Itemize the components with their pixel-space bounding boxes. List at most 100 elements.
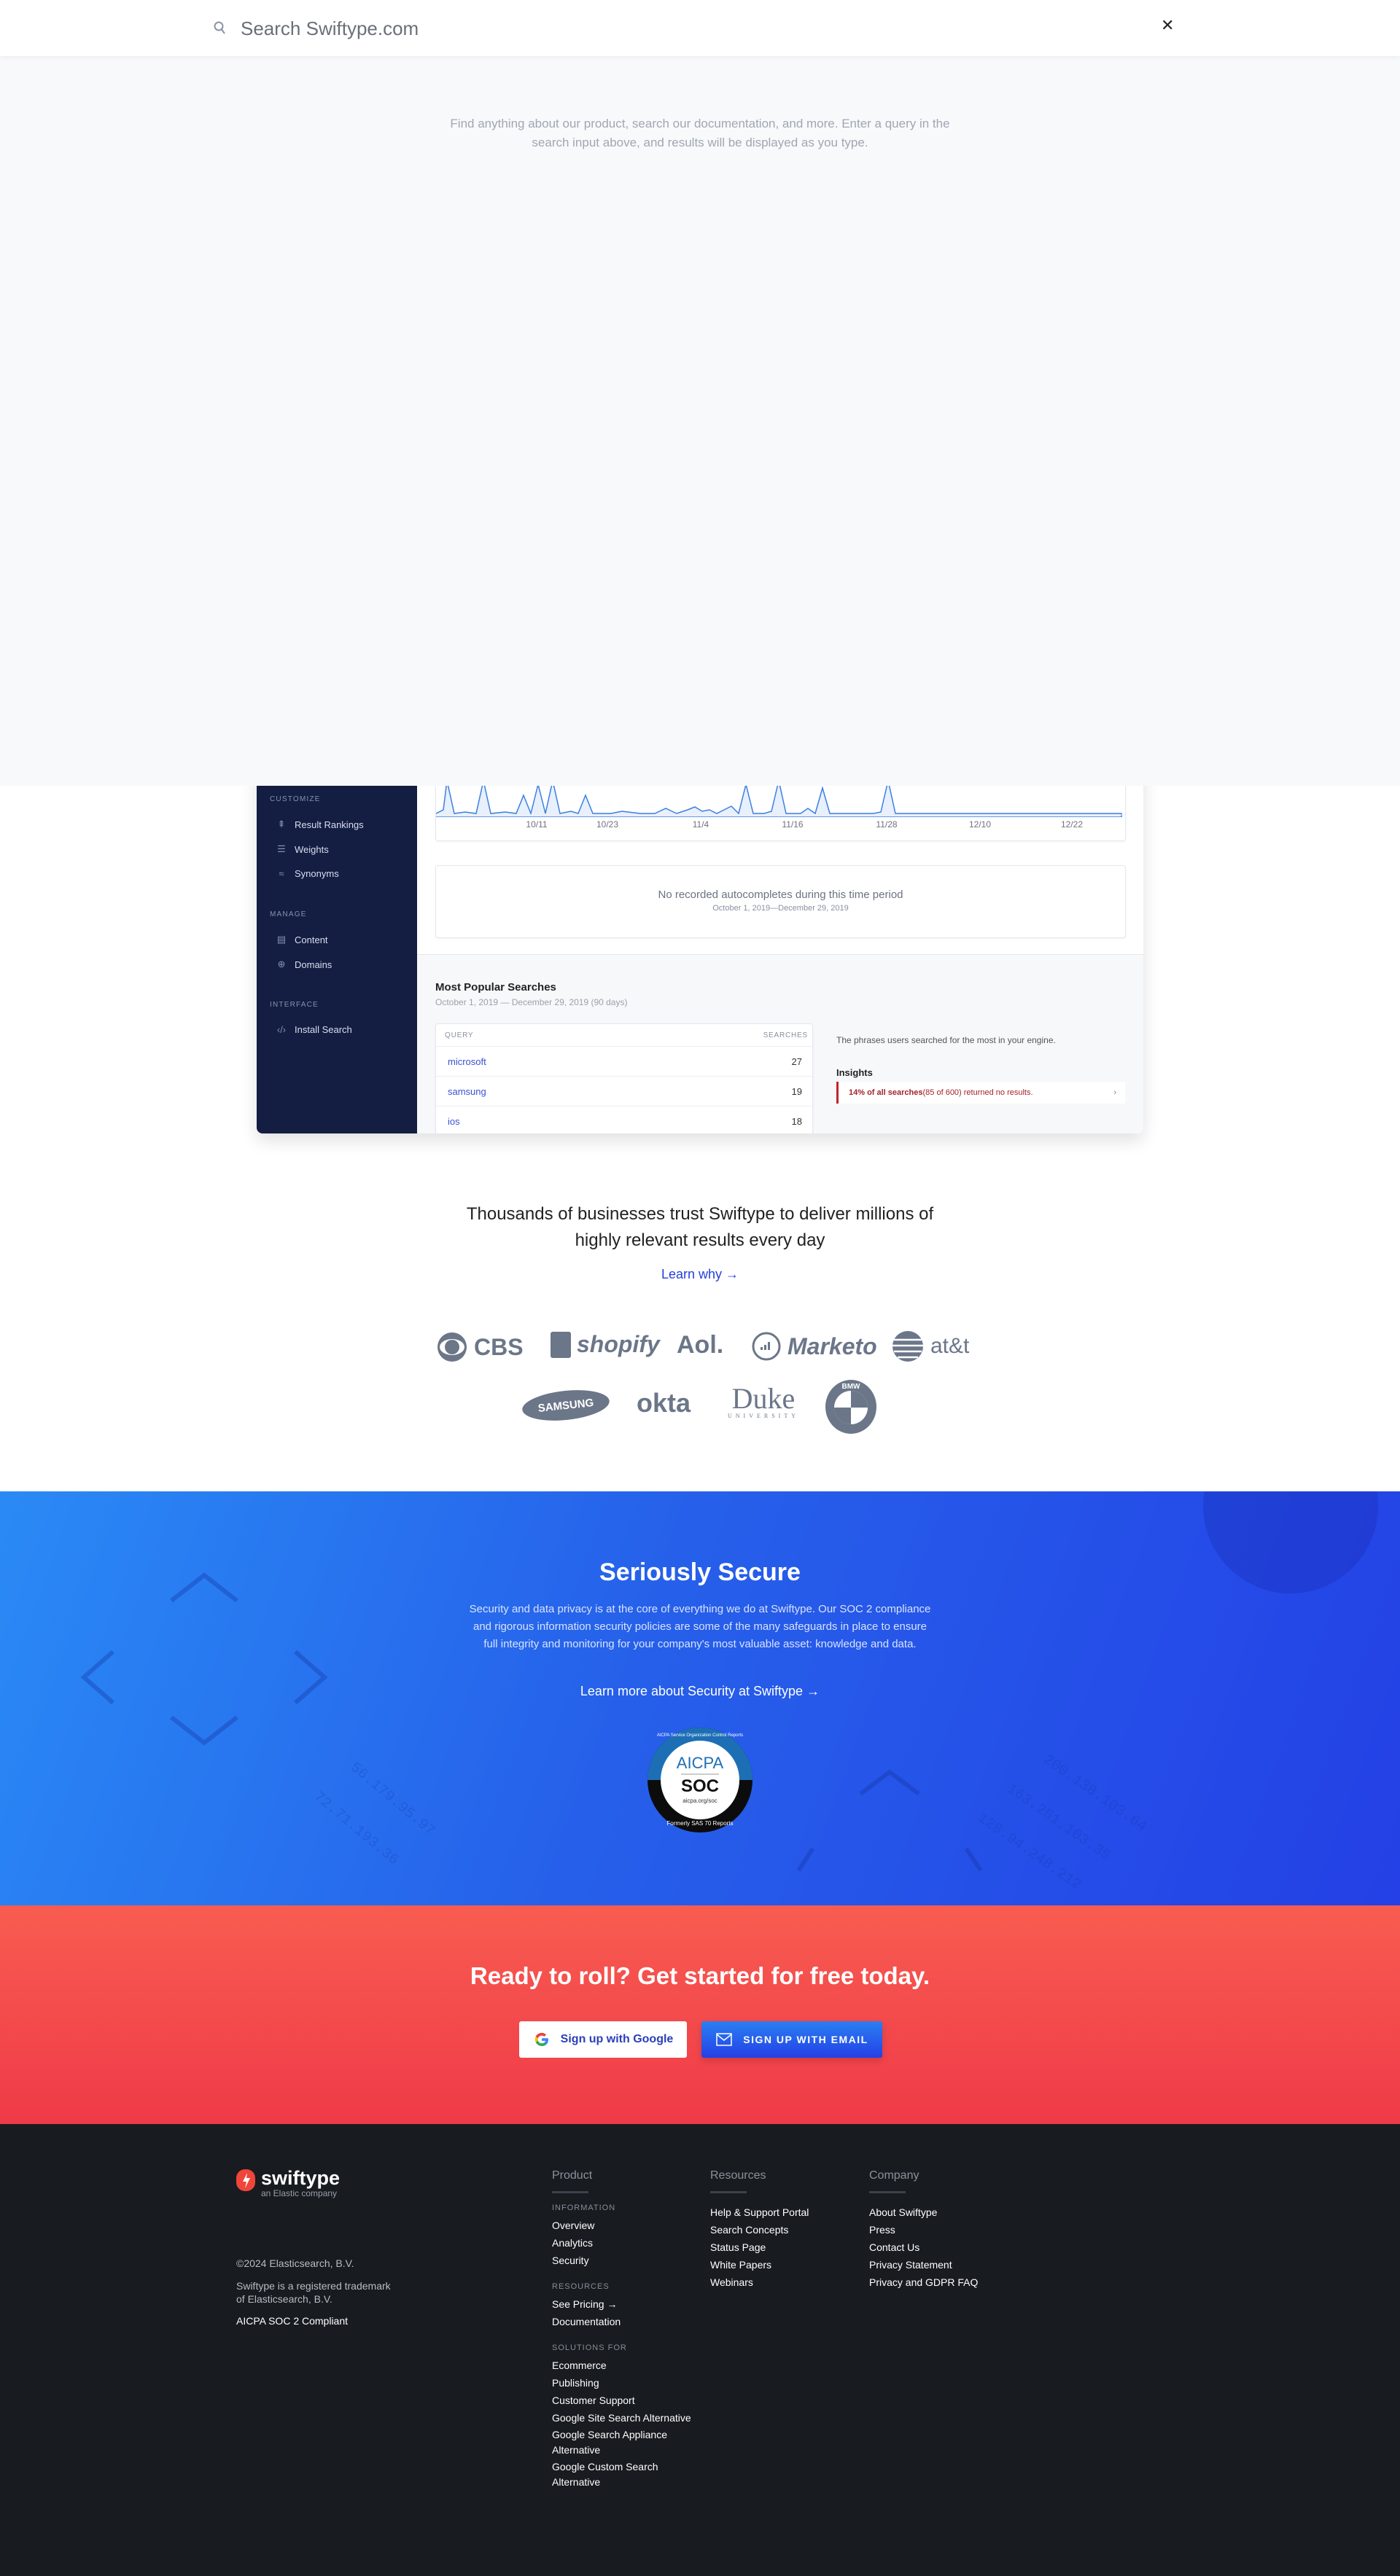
rankings-icon: ⇞ bbox=[277, 819, 286, 830]
email-signup-button[interactable]: SIGN UP WITH EMAIL bbox=[701, 2021, 882, 2058]
footer-link[interactable]: Google Site Search Alternative bbox=[552, 2411, 698, 2426]
learn-why-link[interactable]: Learn why → bbox=[661, 1267, 739, 1282]
copyright: ©2024 Elasticsearch, B.V. bbox=[236, 2257, 354, 2269]
logo-att: at&t bbox=[891, 1330, 969, 1363]
google-signup-button[interactable]: Sign up with Google bbox=[519, 2021, 687, 2058]
sidebar-item-content[interactable]: ▤ Content bbox=[276, 934, 328, 945]
chart-tick: 10/23 bbox=[596, 819, 619, 830]
svg-text:SOC: SOC bbox=[681, 1776, 719, 1796]
cta-title: Ready to roll? Get started for free toda… bbox=[470, 1962, 930, 1989]
insight-item[interactable]: 14% of all searches (85 of 600) returned… bbox=[836, 1082, 1125, 1104]
trademark: Swiftype is a registered trademark of El… bbox=[236, 2280, 391, 2305]
search-header: ✕ bbox=[0, 0, 1400, 56]
footer-link[interactable]: About Swiftype bbox=[869, 2204, 1015, 2221]
footer-link[interactable]: Privacy and GDPR FAQ bbox=[869, 2273, 1015, 2291]
footer-link[interactable]: Help & Support Portal bbox=[710, 2204, 856, 2221]
sidebar-heading: CUSTOMIZE bbox=[270, 795, 321, 803]
security-title: Seriously Secure bbox=[599, 1558, 801, 1586]
table-row[interactable]: microsoft 27 bbox=[436, 1046, 812, 1076]
footer: swiftype an Elastic company ©2024 Elastic… bbox=[0, 2124, 1400, 2576]
footer-link[interactable]: White Papers bbox=[710, 2256, 856, 2273]
svg-text:aicpa.org/soc: aicpa.org/soc bbox=[682, 1798, 718, 1804]
section-title: Most Popular Searches bbox=[435, 981, 556, 994]
footer-link[interactable]: Status Page bbox=[710, 2239, 856, 2256]
code-icon: ‹/› bbox=[276, 1024, 287, 1035]
footer-link[interactable]: Webinars bbox=[710, 2273, 856, 2291]
column-header-query: QUERY bbox=[445, 1031, 474, 1039]
sidebar-heading: INTERFACE bbox=[270, 1001, 319, 1009]
security-body: Security and data privacy is at the core… bbox=[469, 1603, 931, 1650]
column-header-searches: SEARCHES bbox=[763, 1031, 808, 1039]
chart-tick: 12/10 bbox=[968, 819, 992, 830]
insights-title: Insights bbox=[836, 1067, 873, 1078]
swiftype-logo[interactable]: swiftype an Elastic company bbox=[236, 2168, 340, 2198]
autocomplete-card: No recorded autocompletes during this ti… bbox=[435, 865, 1126, 938]
sidebar-item-result-rankings[interactable]: ⇞ Result Rankings bbox=[276, 819, 364, 830]
chart-tick: 11/4 bbox=[692, 819, 709, 830]
footer-link[interactable]: Google Search Appliance Alternative bbox=[552, 2427, 698, 2458]
date-range: October 1, 2019—December 29, 2019 bbox=[712, 904, 849, 913]
sidebar-item-synonyms[interactable]: ≈ Synonyms bbox=[276, 868, 338, 879]
svg-text:AICPA Service Organization Con: AICPA Service Organization Control Repor… bbox=[657, 1733, 743, 1738]
footer-link[interactable]: Publishing bbox=[552, 2374, 698, 2392]
footer-link[interactable]: Security bbox=[552, 2252, 698, 2269]
date-range: October 1, 2019 — December 29, 2019 (90 … bbox=[435, 997, 628, 1007]
footer-link[interactable]: Ecommerce bbox=[552, 2357, 698, 2374]
logo-okta: okta bbox=[637, 1388, 691, 1418]
dashboard-sidebar: CUSTOMIZE ⇞ Result Rankings ☰ Weights ≈ Syn… bbox=[257, 758, 417, 1133]
footer-link[interactable]: Privacy Statement bbox=[869, 2256, 1015, 2273]
shopify-bag-icon bbox=[551, 1331, 571, 1358]
sidebar-item-domains[interactable]: ⊕ Domains bbox=[276, 959, 332, 970]
footer-link[interactable]: Analytics bbox=[552, 2234, 698, 2252]
swiftype-bolt-icon bbox=[236, 2169, 255, 2191]
cbs-eye-icon bbox=[438, 1332, 467, 1362]
footer-link[interactable]: Search Concepts bbox=[710, 2221, 856, 2239]
footer-link[interactable]: Google Custom Search Alternative bbox=[552, 2459, 698, 2490]
chart-tick: 11/16 bbox=[782, 819, 804, 830]
close-icon[interactable]: ✕ bbox=[1161, 16, 1174, 35]
security-learn-more-link[interactable]: Learn more about Security at Swiftype → bbox=[0, 1684, 1400, 1699]
footer-link[interactable]: Customer Support bbox=[552, 2392, 698, 2409]
logo-samsung: SAMSUNG bbox=[521, 1386, 611, 1425]
logo-marketo: Marketo bbox=[751, 1331, 877, 1362]
footer-link[interactable]: Press bbox=[869, 2221, 1015, 2239]
sidebar-item-install-search[interactable]: ‹/› Install Search bbox=[276, 1024, 352, 1035]
search-icon bbox=[214, 21, 225, 34]
footer-link[interactable]: Contact Us bbox=[869, 2239, 1015, 2256]
logo-duke: Duke UNIVERSITY bbox=[728, 1382, 799, 1420]
sidebar-heading: MANAGE bbox=[270, 910, 307, 918]
footer-link[interactable]: Documentation bbox=[552, 2313, 698, 2330]
popular-table: QUERY SEARCHES microsoft 27 samsung 19 ios… bbox=[435, 1023, 813, 1133]
aicpa-soc-badge: AICPA SOC aicpa.org/soc Formerly SAS 70 … bbox=[646, 1726, 754, 1834]
search-results-panel: Find anything about our product, search … bbox=[0, 56, 1400, 786]
chart-tick: 10/11 bbox=[526, 819, 548, 830]
google-icon bbox=[534, 2032, 548, 2047]
chart-tick: 12/22 bbox=[1060, 819, 1084, 830]
svg-text:BMW: BMW bbox=[842, 1383, 861, 1391]
soc-compliant: AICPA SOC 2 Compliant bbox=[236, 2315, 349, 2327]
footer-link[interactable]: Overview bbox=[552, 2217, 698, 2234]
logo-bmw: BMW bbox=[824, 1378, 878, 1435]
popular-searches-section: Most Popular Searches October 1, 2019 — … bbox=[417, 954, 1143, 1133]
table-row[interactable]: samsung 19 bbox=[436, 1076, 812, 1106]
att-globe-icon bbox=[892, 1331, 923, 1362]
envelope-icon bbox=[716, 2033, 733, 2046]
sidebar-item-weights[interactable]: ☰ Weights bbox=[276, 843, 329, 855]
cta-section: Ready to roll? Get started for free toda… bbox=[0, 1905, 1400, 2124]
svg-text:Formerly SAS 70 Reports: Formerly SAS 70 Reports bbox=[666, 1820, 733, 1827]
marketo-icon bbox=[752, 1332, 781, 1361]
search-input[interactable] bbox=[241, 15, 970, 42]
empty-message: No recorded autocompletes during this ti… bbox=[658, 889, 903, 901]
footer-link[interactable]: See Pricing → bbox=[552, 2295, 698, 2313]
logo-shopify: shopify bbox=[551, 1331, 660, 1358]
table-row[interactable]: ios 18 bbox=[436, 1106, 812, 1133]
footer-col-company: Company About Swiftype Press Contact Us … bbox=[869, 2169, 1015, 2291]
document-icon: ▤ bbox=[276, 934, 287, 945]
trust-heading: Thousands of businesses trust Swiftype t… bbox=[466, 1204, 934, 1250]
svg-text:AICPA: AICPA bbox=[677, 1754, 724, 1772]
search-hint: Find anything about our product, search … bbox=[450, 117, 950, 149]
logo-aol: Aol. bbox=[677, 1331, 724, 1359]
security-section: 200.138.103.64 163.251.103.35 128.94.248.2… bbox=[0, 1491, 1400, 1905]
chevron-right-icon: › bbox=[1113, 1088, 1116, 1097]
synonyms-icon: ≈ bbox=[279, 868, 284, 879]
